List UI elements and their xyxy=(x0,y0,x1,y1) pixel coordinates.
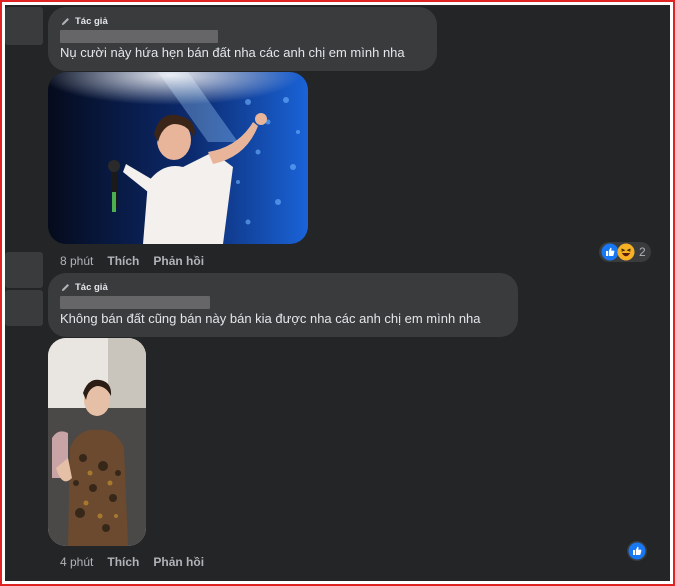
reaction-summary[interactable] xyxy=(627,541,647,561)
singer-on-stage-image xyxy=(48,72,308,244)
comment-bubble: Tác giả Nụ cười này hứa hẹn bán đất nha … xyxy=(48,7,437,71)
reply-button[interactable]: Phản hồi xyxy=(153,555,204,569)
comment-time[interactable]: 4 phút xyxy=(60,555,93,569)
comments-panel: Tác giả Nụ cười này hứa hẹn bán đất nha … xyxy=(5,5,670,581)
like-icon xyxy=(628,542,646,560)
avatar[interactable] xyxy=(5,290,43,326)
author-badge-label: Tác giả xyxy=(75,281,108,293)
comment-actions: 8 phút Thích Phản hồi xyxy=(60,254,204,268)
comment-photo[interactable] xyxy=(48,72,308,244)
comment-time[interactable]: 8 phút xyxy=(60,254,93,268)
author-name-redacted[interactable] xyxy=(60,296,210,309)
comment-text: Nụ cười này hứa hẹn bán đất nha các anh … xyxy=(60,45,405,60)
reaction-count: 2 xyxy=(639,245,646,259)
woman-portrait-image xyxy=(48,338,146,546)
screenshot-frame: Tác giả Nụ cười này hứa hẹn bán đất nha … xyxy=(0,0,675,586)
author-badge-label: Tác giả xyxy=(75,15,108,27)
author-name-redacted[interactable] xyxy=(60,30,218,43)
comment-photo[interactable] xyxy=(48,338,146,546)
pencil-icon xyxy=(61,17,69,25)
reaction-summary[interactable]: 2 xyxy=(599,242,651,262)
comment-actions: 4 phút Thích Phản hồi xyxy=(60,555,204,569)
comment-bubble: Tác giả Không bán đất cũng bán này bán k… xyxy=(48,273,518,337)
avatar[interactable] xyxy=(5,252,43,288)
author-badge: Tác giả xyxy=(60,14,425,28)
author-badge: Tác giả xyxy=(60,280,506,294)
reply-button[interactable]: Phản hồi xyxy=(153,254,204,268)
pencil-icon xyxy=(61,283,69,291)
like-button[interactable]: Thích xyxy=(107,254,139,268)
like-button[interactable]: Thích xyxy=(107,555,139,569)
haha-icon xyxy=(617,243,635,261)
avatar[interactable] xyxy=(5,7,43,45)
comment-text: Không bán đất cũng bán này bán kia được … xyxy=(60,311,481,326)
